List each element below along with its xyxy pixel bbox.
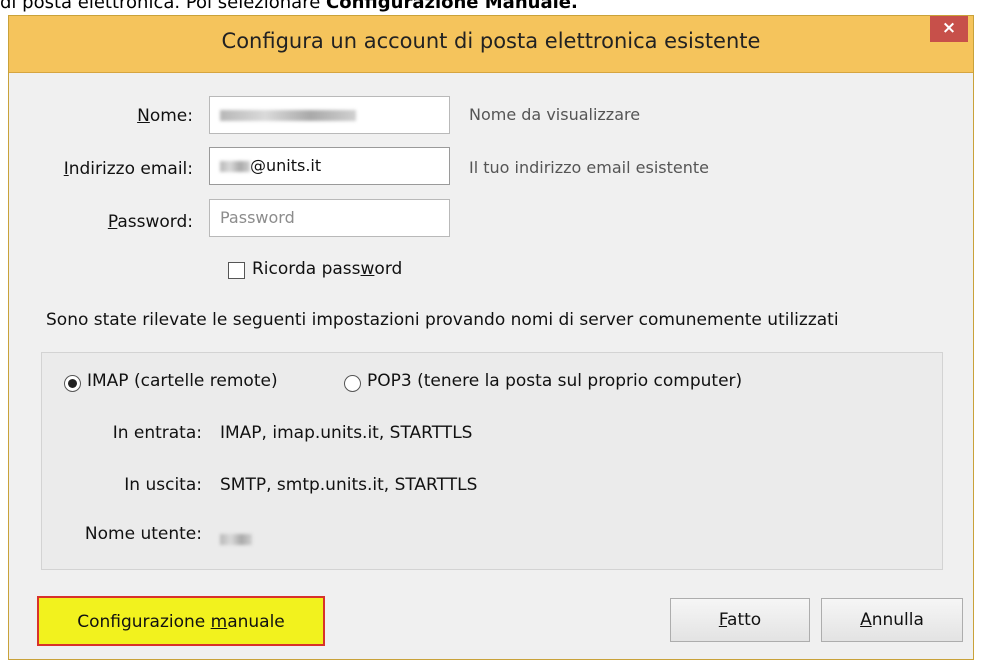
password-placeholder: Password <box>220 208 295 227</box>
email-local-redacted <box>220 161 250 172</box>
name-hint: Nome da visualizzare <box>469 105 641 124</box>
remember-password-label[interactable]: Ricorda password <box>252 259 402 279</box>
imap-radio[interactable] <box>64 375 81 392</box>
email-domain: @units.it <box>250 156 322 175</box>
pop3-radio[interactable] <box>344 375 361 392</box>
name-label: Nome: <box>137 106 193 126</box>
server-settings-group: IMAP (cartelle remote) POP3 (tenere la p… <box>41 352 943 570</box>
detected-settings-message: Sono state rilevate le seguenti impostaz… <box>46 310 839 330</box>
email-field[interactable]: @units.it <box>209 147 450 185</box>
manual-config-button[interactable]: Configurazione manuale <box>37 596 325 646</box>
document-caption: di posta elettronica. Poi selezionare Co… <box>0 0 578 13</box>
imap-radio-label[interactable]: IMAP (cartelle remote) <box>87 371 278 391</box>
caption-text: di posta elettronica. Poi selezionare <box>0 0 327 13</box>
close-icon: × <box>941 18 957 38</box>
done-button[interactable]: Fatto <box>670 598 810 642</box>
password-field[interactable]: Password <box>209 199 450 237</box>
username-label: Nome utente: <box>84 524 202 544</box>
remember-password-checkbox[interactable] <box>228 262 245 279</box>
name-field[interactable] <box>209 96 450 134</box>
password-label: Password: <box>107 212 193 232</box>
incoming-label: In entrata: <box>112 423 202 443</box>
pop3-radio-label[interactable]: POP3 (tenere la posta sul proprio comput… <box>367 371 742 391</box>
name-value-redacted <box>220 110 356 121</box>
outgoing-value: SMTP, smtp.units.it, STARTTLS <box>220 475 478 495</box>
close-button[interactable]: × <box>930 16 968 42</box>
radio-selected-dot <box>68 379 77 388</box>
incoming-value: IMAP, imap.units.it, STARTTLS <box>220 423 473 443</box>
account-setup-dialog: Configura un account di posta elettronic… <box>8 15 974 660</box>
dialog-title: Configura un account di posta elettronic… <box>221 29 761 53</box>
outgoing-label: In uscita: <box>124 475 202 495</box>
title-bar: Configura un account di posta elettronic… <box>9 16 973 73</box>
caption-bold: Configurazione Manuale. <box>326 0 578 13</box>
email-hint: Il tuo indirizzo email esistente <box>469 158 709 177</box>
username-value-redacted <box>220 529 252 549</box>
cancel-button[interactable]: Annulla <box>821 598 963 642</box>
email-label: Indirizzo email: <box>63 159 193 179</box>
